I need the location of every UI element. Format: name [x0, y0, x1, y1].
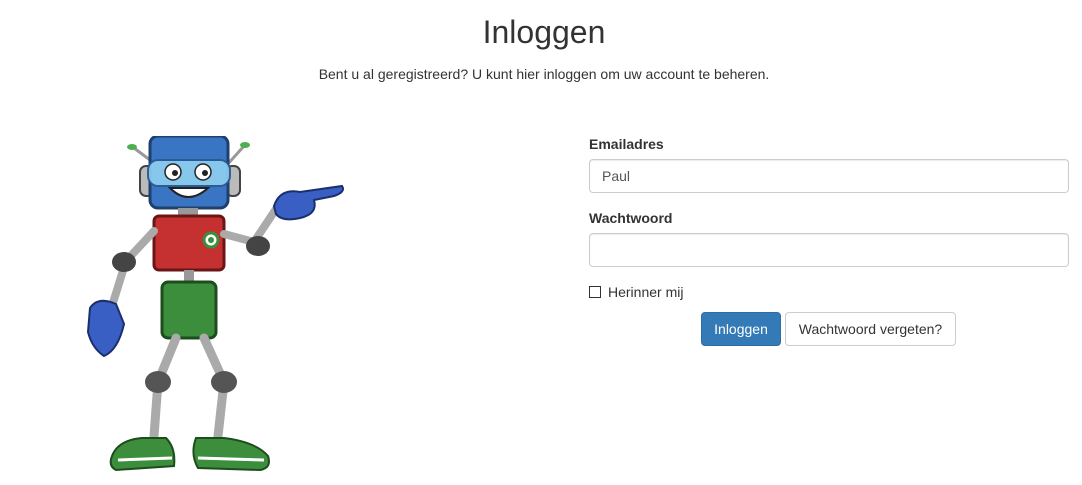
remember-checkbox[interactable] — [589, 286, 601, 298]
password-field[interactable] — [589, 233, 1069, 267]
login-button[interactable]: Inloggen — [701, 312, 781, 346]
forgot-password-button[interactable]: Wachtwoord vergeten? — [785, 312, 956, 346]
password-label: Wachtwoord — [589, 210, 673, 226]
login-page: Inloggen Bent u al geregistreerd? U kunt… — [0, 0, 1082, 485]
remember-me[interactable]: Herinner mij — [589, 284, 683, 300]
email-label: Emailadres — [589, 136, 664, 152]
remember-label: Herinner mij — [608, 284, 684, 300]
page-title: Inloggen — [482, 14, 606, 50]
robot-illustration — [86, 136, 344, 472]
page-subtitle: Bent u al geregistreerd? U kunt hier inl… — [318, 66, 770, 82]
email-field[interactable] — [589, 159, 1069, 193]
